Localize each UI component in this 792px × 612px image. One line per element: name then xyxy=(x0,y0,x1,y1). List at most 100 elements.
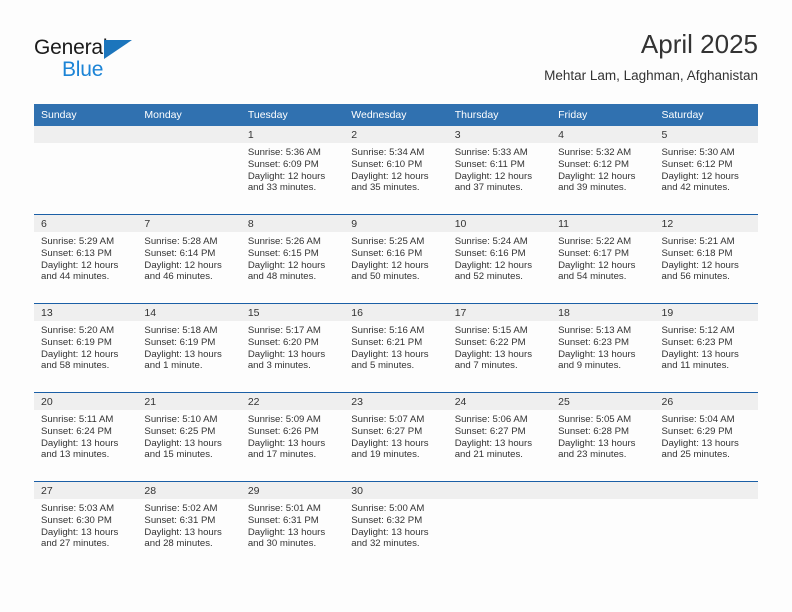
daylight-duration-line2: and 33 minutes. xyxy=(247,182,317,194)
calendar-day-cell[interactable]: 5 Sunrise: 5:30 AM Sunset: 6:12 PM Daylight… xyxy=(654,126,758,215)
calendar-day-cell[interactable]: 7 Sunrise: 5:28 AM Sunset: 6:14 PM Daylight… xyxy=(137,214,241,304)
sunrise-time: Sunrise: 5:12 AM xyxy=(661,325,735,336)
calendar-day-cell[interactable]: 13 Sunrise: 5:20 AM Sunset: 6:19 PM Dayligh… xyxy=(34,303,138,393)
daylight-duration-line2: and 1 minute. xyxy=(144,360,203,372)
sunset-time: Sunset: 6:19 PM xyxy=(144,336,216,348)
sunrise-time: Sunrise: 5:28 AM xyxy=(144,236,218,247)
sunrise-time: Sunrise: 5:18 AM xyxy=(144,325,218,336)
weekday-header-thursday: Thursday xyxy=(447,104,552,126)
calendar-day-cell[interactable]: 27 Sunrise: 5:03 AM Sunset: 6:30 PM Dayligh… xyxy=(34,481,138,570)
sunrise-time: Sunrise: 5:34 AM xyxy=(351,147,425,158)
day-number: 14 xyxy=(137,304,241,321)
day-details: Sunrise: 5:28 AM Sunset: 6:14 PM Daylight:… xyxy=(137,232,240,283)
calendar-day-cell[interactable]: 10 Sunrise: 5:24 AM Sunset: 6:16 PM Dayligh… xyxy=(447,214,552,304)
calendar-day-cell[interactable]: 24 Sunrise: 5:06 AM Sunset: 6:27 PM Dayligh… xyxy=(447,392,552,482)
sunset-time: Sunset: 6:26 PM xyxy=(247,425,319,437)
day-number: 23 xyxy=(344,393,448,410)
day-details: Sunrise: 5:00 AM Sunset: 6:32 PM Daylight:… xyxy=(344,499,447,550)
day-number: 20 xyxy=(34,393,138,410)
sunrise-time: Sunrise: 5:06 AM xyxy=(454,414,528,425)
brand-logo[interactable]: General Blue xyxy=(34,36,164,84)
sunset-time: Sunset: 6:24 PM xyxy=(41,425,112,437)
sunset-time: Sunset: 6:18 PM xyxy=(661,247,733,259)
daylight-duration-line1: Daylight: 12 hours xyxy=(661,170,739,182)
weekday-header-saturday: Saturday xyxy=(654,104,758,126)
day-details: Sunrise: 5:01 AM Sunset: 6:31 PM Daylight:… xyxy=(241,499,344,550)
calendar-day-cell[interactable]: 19 Sunrise: 5:12 AM Sunset: 6:23 PM Dayligh… xyxy=(654,303,758,393)
calendar-day-cell[interactable]: 8 Sunrise: 5:26 AM Sunset: 6:15 PM Daylight… xyxy=(240,214,345,304)
day-number xyxy=(551,482,655,499)
sunset-time: Sunset: 6:23 PM xyxy=(558,336,630,348)
daylight-duration-line1: Daylight: 13 hours xyxy=(661,437,739,449)
calendar-day-cell-empty xyxy=(137,126,241,215)
calendar-day-cell[interactable]: 15 Sunrise: 5:17 AM Sunset: 6:20 PM Dayligh… xyxy=(240,303,345,393)
calendar-day-cell[interactable]: 3 Sunrise: 5:33 AM Sunset: 6:11 PM Daylight… xyxy=(447,126,552,215)
daylight-duration-line2: and 17 minutes. xyxy=(247,449,317,461)
day-details: Sunrise: 5:12 AM Sunset: 6:23 PM Daylight:… xyxy=(655,321,758,372)
daylight-duration-line2: and 25 minutes. xyxy=(661,449,730,461)
daylight-duration-line1: Daylight: 13 hours xyxy=(351,437,429,449)
calendar-day-cell[interactable]: 17 Sunrise: 5:15 AM Sunset: 6:22 PM Dayligh… xyxy=(447,303,552,393)
calendar-day-cell[interactable]: 30 Sunrise: 5:00 AM Sunset: 6:32 PM Dayligh… xyxy=(344,481,448,570)
daylight-duration-line1: Daylight: 13 hours xyxy=(558,437,636,449)
calendar-day-cell[interactable]: 6 Sunrise: 5:29 AM Sunset: 6:13 PM Daylight… xyxy=(34,214,138,304)
calendar-day-cell[interactable]: 12 Sunrise: 5:21 AM Sunset: 6:18 PM Dayligh… xyxy=(654,214,758,304)
calendar-day-cell[interactable]: 28 Sunrise: 5:02 AM Sunset: 6:31 PM Dayligh… xyxy=(137,481,241,570)
sunset-time: Sunset: 6:23 PM xyxy=(661,336,733,348)
calendar-day-cell[interactable]: 4 Sunrise: 5:32 AM Sunset: 6:12 PM Daylight… xyxy=(551,126,655,215)
calendar-day-cell[interactable]: 14 Sunrise: 5:18 AM Sunset: 6:19 PM Dayligh… xyxy=(137,303,241,393)
calendar-day-cell[interactable]: 2 Sunrise: 5:34 AM Sunset: 6:10 PM Daylight… xyxy=(344,126,448,215)
calendar-day-cell[interactable]: 11 Sunrise: 5:22 AM Sunset: 6:17 PM Dayligh… xyxy=(551,214,655,304)
day-details: Sunrise: 5:30 AM Sunset: 6:12 PM Daylight:… xyxy=(655,143,758,194)
day-number: 29 xyxy=(240,482,345,499)
calendar-day-cell[interactable]: 26 Sunrise: 5:04 AM Sunset: 6:29 PM Dayligh… xyxy=(654,392,758,482)
day-number: 2 xyxy=(344,126,448,143)
sunrise-sunset-calendar: Sunday Monday Tuesday Wednesday Thursday Frid… xyxy=(34,104,758,570)
calendar-week-row: 1 Sunrise: 5:36 AM Sunset: 6:09 PM Daylight… xyxy=(34,126,758,215)
sunrise-time: Sunrise: 5:13 AM xyxy=(558,325,632,336)
day-details: Sunrise: 5:25 AM Sunset: 6:16 PM Daylight:… xyxy=(344,232,447,283)
calendar-day-cell[interactable]: 23 Sunrise: 5:07 AM Sunset: 6:27 PM Dayligh… xyxy=(344,392,448,482)
calendar-day-cell[interactable]: 22 Sunrise: 5:09 AM Sunset: 6:26 PM Dayligh… xyxy=(240,392,345,482)
daylight-duration-line2: and 5 minutes. xyxy=(351,360,415,372)
calendar-day-cell[interactable]: 1 Sunrise: 5:36 AM Sunset: 6:09 PM Daylight… xyxy=(240,126,345,215)
sunset-time: Sunset: 6:09 PM xyxy=(247,158,319,170)
daylight-duration-line1: Daylight: 13 hours xyxy=(454,348,533,360)
daylight-duration-line2: and 52 minutes. xyxy=(454,271,523,283)
calendar-day-cell[interactable]: 20 Sunrise: 5:11 AM Sunset: 6:24 PM Dayligh… xyxy=(34,392,138,482)
day-details: Sunrise: 5:05 AM Sunset: 6:28 PM Daylight:… xyxy=(551,410,654,461)
sunrise-time: Sunrise: 5:02 AM xyxy=(144,503,218,514)
day-number: 19 xyxy=(654,304,758,321)
daylight-duration-line2: and 3 minutes. xyxy=(247,360,311,372)
day-details: Sunrise: 5:36 AM Sunset: 6:09 PM Daylight:… xyxy=(241,143,344,194)
calendar-day-cell-empty xyxy=(551,481,655,570)
day-number: 1 xyxy=(240,126,345,143)
calendar-day-cell[interactable]: 29 Sunrise: 5:01 AM Sunset: 6:31 PM Dayligh… xyxy=(240,481,345,570)
calendar-day-cell[interactable]: 21 Sunrise: 5:10 AM Sunset: 6:25 PM Dayligh… xyxy=(137,392,241,482)
sunrise-time: Sunrise: 5:26 AM xyxy=(247,236,321,247)
page-title: April 2025 xyxy=(640,29,758,59)
weekday-header-friday: Friday xyxy=(551,104,655,126)
day-number: 5 xyxy=(654,126,758,143)
calendar-week-row: 20 Sunrise: 5:11 AM Sunset: 6:24 PM Dayligh… xyxy=(34,392,758,482)
sunset-time: Sunset: 6:14 PM xyxy=(144,247,216,259)
calendar-day-cell[interactable]: 9 Sunrise: 5:25 AM Sunset: 6:16 PM Daylight… xyxy=(344,214,448,304)
calendar-day-cell[interactable]: 18 Sunrise: 5:13 AM Sunset: 6:23 PM Dayligh… xyxy=(551,303,655,393)
day-details: Sunrise: 5:33 AM Sunset: 6:11 PM Daylight:… xyxy=(448,143,551,194)
day-number: 12 xyxy=(654,215,758,232)
day-number: 26 xyxy=(654,393,758,410)
daylight-duration-line1: Daylight: 12 hours xyxy=(454,259,533,271)
calendar-day-cell[interactable]: 16 Sunrise: 5:16 AM Sunset: 6:21 PM Dayligh… xyxy=(344,303,448,393)
weekday-header-monday: Monday xyxy=(137,104,241,126)
daylight-duration-line2: and 13 minutes. xyxy=(41,449,110,461)
daylight-duration-line1: Daylight: 13 hours xyxy=(558,348,636,360)
sunset-time: Sunset: 6:17 PM xyxy=(558,247,630,259)
day-number: 13 xyxy=(34,304,138,321)
calendar-day-cell-empty xyxy=(447,481,552,570)
calendar-day-cell[interactable]: 25 Sunrise: 5:05 AM Sunset: 6:28 PM Dayligh… xyxy=(551,392,655,482)
sunrise-time: Sunrise: 5:32 AM xyxy=(558,147,632,158)
calendar-week-row: 6 Sunrise: 5:29 AM Sunset: 6:13 PM Daylight… xyxy=(34,214,758,304)
sunset-time: Sunset: 6:31 PM xyxy=(144,514,216,526)
sunset-time: Sunset: 6:30 PM xyxy=(41,514,112,526)
daylight-duration-line1: Daylight: 12 hours xyxy=(454,170,533,182)
